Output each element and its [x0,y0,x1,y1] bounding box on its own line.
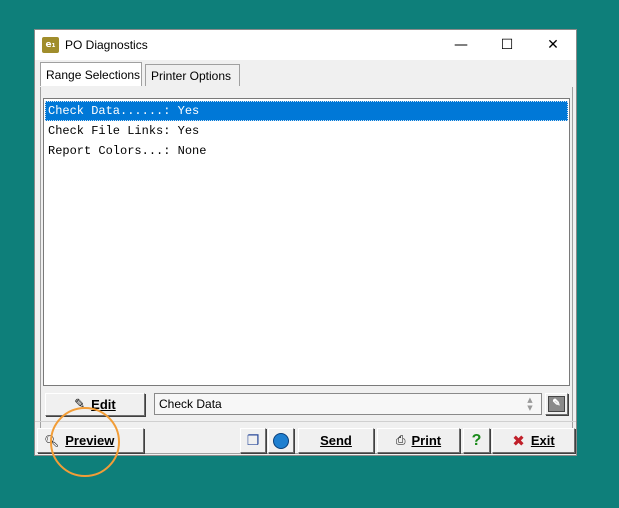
clock-icon [273,432,289,449]
help-icon: ? [471,431,482,449]
highlight-circle-annotation [50,407,120,477]
spinner-arrows-icon[interactable]: ▲ ▼ [525,396,535,412]
po-diagnostics-window: e₁ PO Diagnostics — ☐ ✕ Range Selections… [34,29,577,456]
window-title: PO Diagnostics [65,38,148,52]
pick-button[interactable]: ✎ [545,393,568,415]
range-selections-list[interactable]: Check Data......: Yes Check File Links: … [43,98,570,386]
close-button[interactable]: ✕ [530,30,576,60]
footer-separator [35,421,576,422]
maximize-button[interactable]: ☐ [484,30,530,60]
copy-pages-icon: ❐ [246,432,260,449]
help-button[interactable]: ? [463,428,490,453]
selected-value-field[interactable]: Check Data ▲ ▼ [154,393,542,415]
list-item-report-colors[interactable]: Report Colors...: None [45,141,568,161]
list-item-check-data[interactable]: Check Data......: Yes [45,101,568,121]
edit-picture-icon: ✎ [548,396,565,412]
send-button-label: Send [320,433,352,448]
exit-button[interactable]: ✖ Exit [492,428,575,453]
send-button[interactable]: Send [298,428,374,453]
tab-printer-options[interactable]: Printer Options [145,64,240,86]
minimize-button[interactable]: — [438,30,484,60]
schedule-button[interactable] [268,428,294,453]
copy-button[interactable]: ❐ [240,428,266,453]
print-button[interactable]: ⎙ Print [377,428,460,453]
red-x-icon: ✖ [512,431,525,450]
printer-icon: ⎙ [395,433,406,447]
print-button-label: Print [411,433,442,448]
selected-value-text: Check Data [159,397,222,411]
tab-range-selections[interactable]: Range Selections [40,62,142,86]
app-icon: e₁ [42,37,59,53]
exit-button-label: Exit [530,433,555,448]
title-bar[interactable]: e₁ PO Diagnostics — ☐ ✕ [35,30,576,60]
list-item-check-file-links[interactable]: Check File Links: Yes [45,121,568,141]
